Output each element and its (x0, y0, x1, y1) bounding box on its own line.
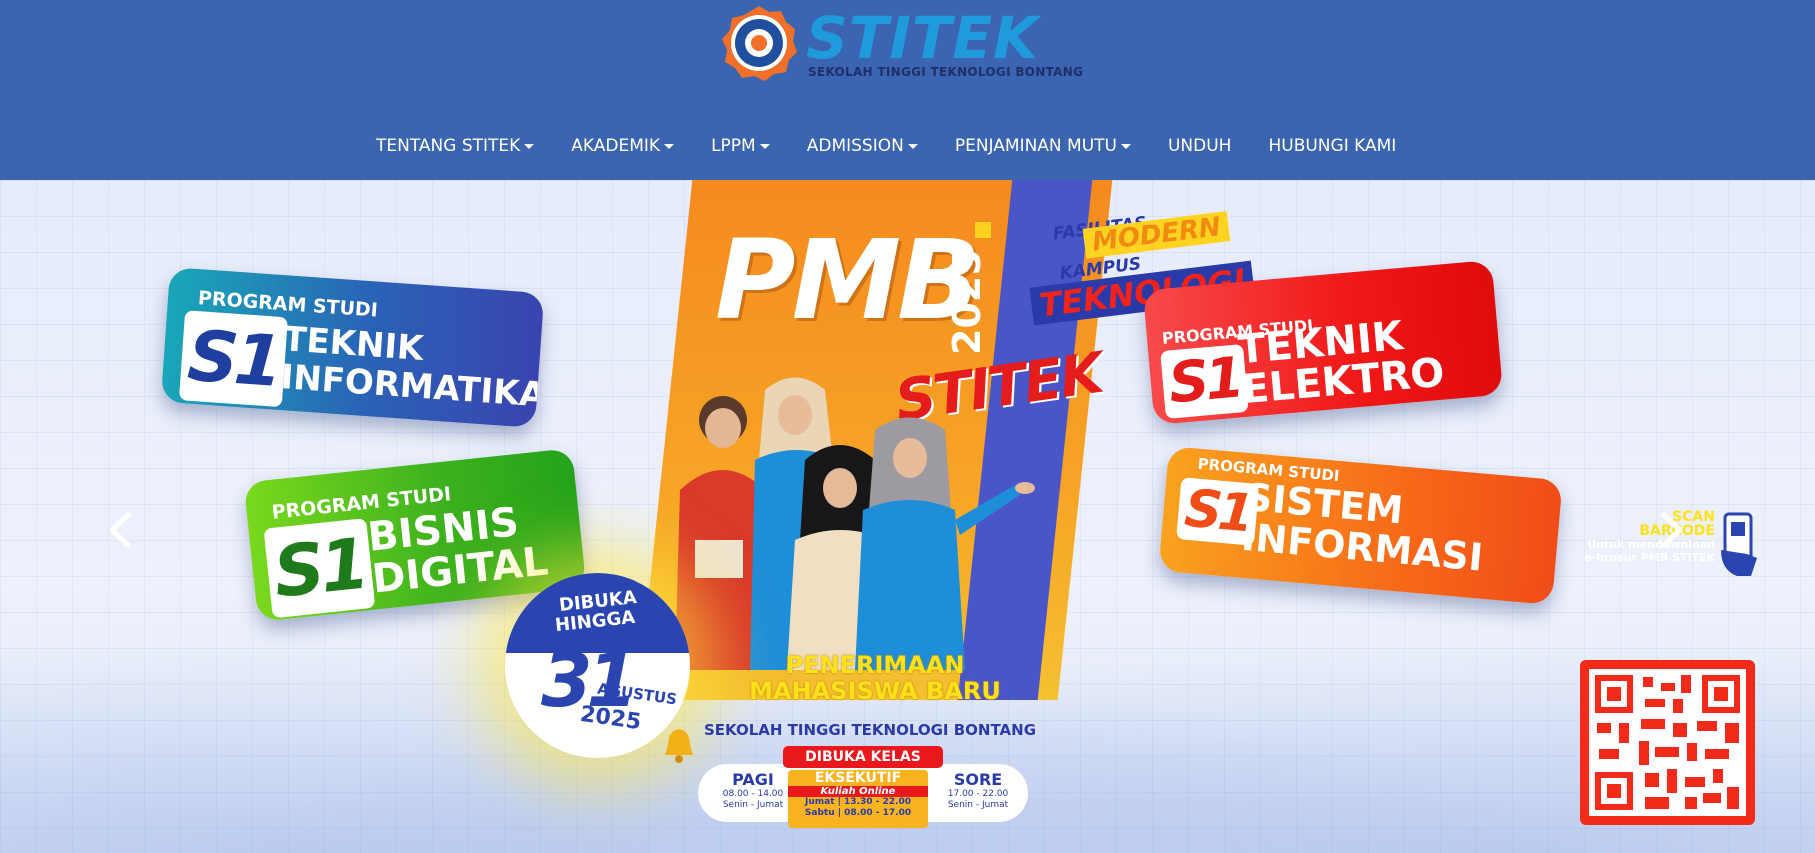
class-eksekutif-note: Kuliah Online (788, 786, 928, 797)
program-degree: S1 (263, 518, 376, 619)
pmb-year: 2025 (945, 249, 989, 355)
site-logo[interactable]: STITEK SEKOLAH TINGGI TEKNOLOGI BONTANG (720, 4, 1090, 84)
class-pagi-time: 08.00 - 14.00 (722, 789, 784, 799)
nav-label: LPPM (711, 136, 756, 156)
nav-item-admission[interactable]: ADMISSION (807, 128, 937, 164)
nav-item-tentang-stitek[interactable]: TENTANG STITEK (376, 128, 553, 164)
caret-down-icon (664, 143, 675, 149)
nav-label: UNDUH (1167, 136, 1232, 156)
program-badge-teknik-informatika: PROGRAM STUDI S1 TEKNIK INFORMATIKA (160, 267, 545, 428)
class-eksekutif-time2: Sabtu | 08.00 - 17.00 (804, 808, 912, 818)
nav-item-lppm[interactable]: LPPM (711, 128, 789, 164)
class-sore-title: SORE (953, 770, 1003, 789)
nav-label: AKADEMIK (571, 136, 661, 156)
qr-code-icon (1589, 669, 1746, 816)
class-pagi-title: PAGI (732, 770, 774, 789)
admission-school: SEKOLAH TINGGI TEKNOLOGI BONTANG (703, 721, 1037, 739)
admission-line1: PENERIMAAN (785, 651, 965, 679)
carousel-next-button[interactable] (1652, 505, 1692, 555)
caret-down-icon (524, 143, 535, 149)
site-header: STITEK SEKOLAH TINGGI TEKNOLOGI BONTANG … (0, 0, 1815, 180)
nav-label: TENTANG STITEK (376, 136, 521, 156)
nav-item-hubungi-kami[interactable]: HUBUNGI KAMI (1268, 128, 1415, 164)
caret-down-icon (1120, 143, 1131, 149)
hero-carousel: PMB 2025 STITEK FASILITAS (0, 180, 1815, 853)
chevron-right-icon (1661, 512, 1683, 548)
program-name-line2: INFORMASI (1239, 514, 1485, 580)
nav-label: ADMISSION (806, 136, 904, 156)
pmb-headline: PMB (715, 216, 981, 344)
main-nav: TENTANG STITEK AKADEMIK LPPM ADMISSION P… (0, 128, 1815, 168)
nav-item-akademik[interactable]: AKADEMIK (571, 128, 693, 164)
nav-label: HUBUNGI KAMI (1268, 136, 1397, 156)
class-schedule: DIBUKA KELAS PAGI 08.00 - 14.00 Senin - … (698, 746, 1028, 828)
logo-tagline: SEKOLAH TINGGI TEKNOLOGI BONTANG (808, 65, 1084, 79)
nav-item-unduh[interactable]: UNDUH (1168, 128, 1250, 164)
yellow-square (975, 222, 991, 238)
program-name-line2: INFORMATIKA (279, 357, 545, 416)
caret-down-icon (907, 143, 918, 149)
caret-down-icon (759, 143, 770, 149)
class-eksekutif-time1: Jumat | 13.30 - 22.00 (804, 797, 911, 807)
logo-wordmark: STITEK (806, 4, 1040, 72)
admission-line2: MAHASISWA BARU (749, 677, 1001, 705)
class-sore: SORE 17.00 - 22.00 Senin - Jumat (938, 770, 1018, 811)
students-photo (675, 377, 1035, 670)
program-degree: S1 (178, 310, 289, 408)
class-pagi-days: Senin - Jumat (722, 800, 784, 810)
nav-item-penjaminan-mutu[interactable]: PENJAMINAN MUTU (955, 128, 1150, 164)
class-pagi: PAGI 08.00 - 14.00 Senin - Jumat (718, 770, 788, 811)
stitek-emblem-icon (722, 6, 797, 81)
class-eksekutif-title: EKSEKUTIF (814, 770, 902, 786)
nav-label: PENJAMINAN MUTU (954, 136, 1117, 156)
class-sore-time: 17.00 - 22.00 (947, 789, 1009, 799)
class-schedule-header: DIBUKA KELAS (783, 746, 943, 768)
phone-hand-icon (1721, 512, 1757, 576)
carousel-prev-button[interactable] (100, 505, 140, 555)
chevron-left-icon (109, 512, 131, 548)
admission-title: PENERIMAAN MAHASISWA BARU (695, 652, 1055, 704)
deadline-year: 2025 (578, 701, 643, 736)
qr-code[interactable] (1580, 660, 1755, 825)
program-degree: S1 (1160, 343, 1250, 419)
class-sore-days: Senin - Jumat (947, 800, 1009, 810)
class-eksekutif: EKSEKUTIF Kuliah Online Jumat | 13.30 - … (788, 770, 928, 828)
